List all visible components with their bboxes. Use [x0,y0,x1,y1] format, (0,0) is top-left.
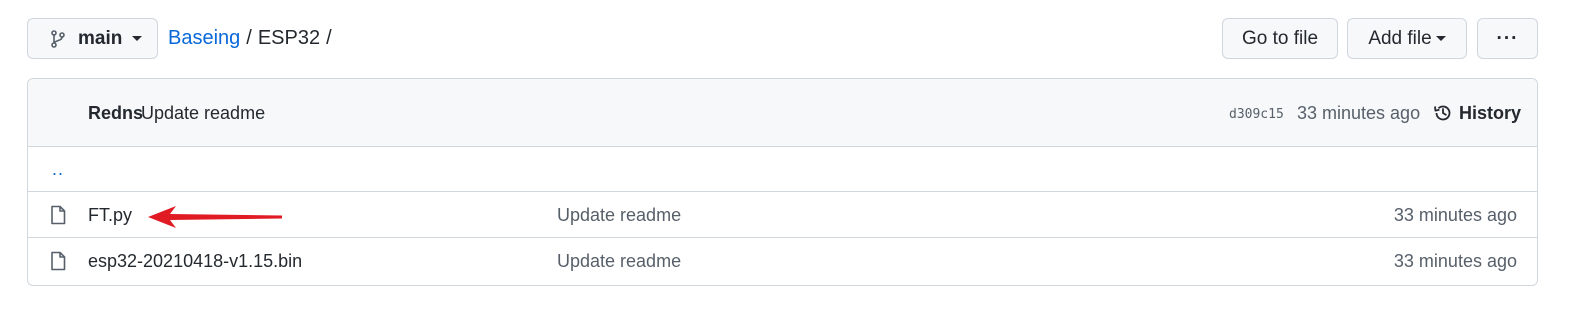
history-link[interactable]: History [1433,101,1521,125]
caret-down-icon [1435,35,1446,41]
breadcrumb-separator: / [246,27,252,49]
breadcrumb: Baseing / ESP32 / [168,18,338,59]
file-icon [51,251,66,271]
file-list: Redns Update readme d309c15 33 minutes a… [27,78,1538,286]
file-commit-message[interactable]: Update readme [557,251,681,272]
file-row[interactable]: esp32-20210418-v1.15.bin Update readme 3… [28,238,1537,284]
file-icon [51,205,66,225]
file-commit-time: 33 minutes ago [1393,205,1517,225]
commit-author[interactable]: Redns [88,103,143,124]
go-to-file-button[interactable]: Go to file [1222,18,1338,59]
history-icon [1434,105,1451,121]
branch-select-button[interactable]: main [27,18,158,59]
git-branch-icon [51,29,65,48]
kebab-horizontal-icon: ··· [1496,27,1519,49]
history-label: History [1459,102,1522,123]
file-commit-time: 33 minutes ago [1393,251,1517,271]
breadcrumb-repo-link[interactable]: Baseing [168,27,240,50]
commit-sha[interactable]: d309c15 [1229,107,1284,122]
file-navigation: main Baseing / ESP32 / Go to file Add fi… [27,18,1538,59]
commit-message[interactable]: Update readme [141,103,265,124]
breadcrumb-trailing-separator: / [326,27,332,49]
file-commit-message[interactable]: Update readme [557,205,681,226]
file-name-link[interactable]: FT.py [88,205,132,226]
latest-commit-bar: Redns Update readme d309c15 33 minutes a… [28,79,1537,147]
commit-time: 33 minutes ago [1297,103,1421,123]
more-options-button[interactable]: ··· [1477,18,1538,59]
red-arrow-annotation [148,206,282,228]
parent-directory-link[interactable]: .. [52,159,64,180]
parent-directory-row[interactable]: .. [28,147,1537,192]
breadcrumb-current-dir: ESP32 [257,27,321,49]
add-file-label: Add file [1368,27,1432,49]
add-file-button[interactable]: Add file [1347,18,1467,59]
branch-name: main [78,27,123,49]
file-name-link[interactable]: esp32-20210418-v1.15.bin [88,251,302,272]
caret-down-icon [132,35,143,41]
go-to-file-label: Go to file [1241,27,1319,49]
